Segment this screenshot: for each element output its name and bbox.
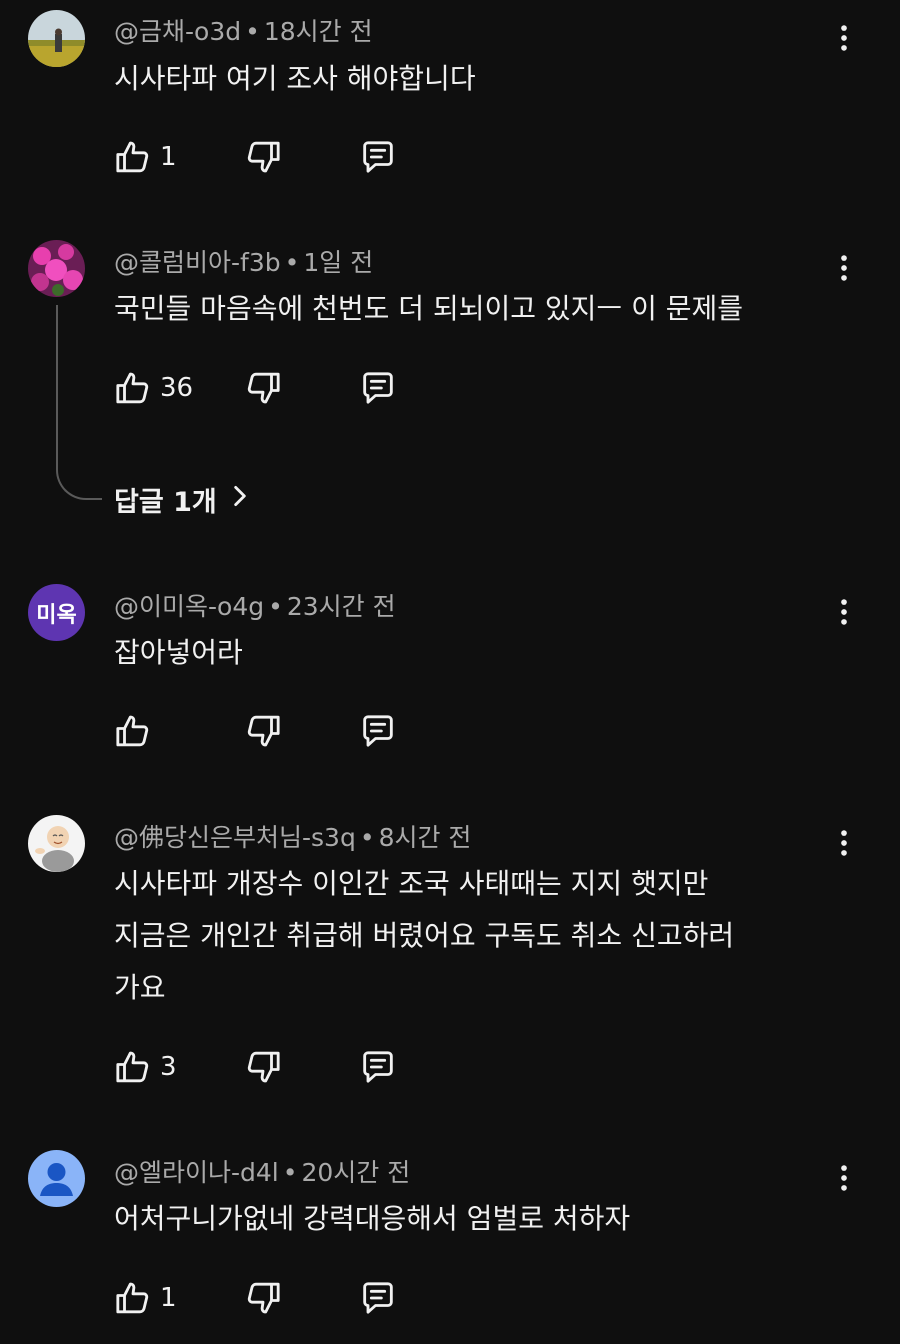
- timestamp[interactable]: 18시간 전: [264, 17, 373, 46]
- like-button[interactable]: 36: [112, 366, 193, 410]
- separator: •: [268, 592, 283, 621]
- comment-meta: @엘라이나-d4l • 20시간 전: [114, 1153, 410, 1189]
- more-vert-icon[interactable]: [826, 18, 862, 58]
- like-count: 1: [160, 1283, 177, 1313]
- timestamp[interactable]: 23시간 전: [287, 592, 396, 621]
- thumbs-up-icon: [112, 368, 152, 408]
- separator: •: [245, 17, 260, 46]
- like-button[interactable]: 1: [112, 135, 177, 179]
- comment-text: 국민들 마음속에 천번도 더 되뇌이고 있지ㅡ 이 문제를: [114, 283, 814, 335]
- comment-meta: @佛당신은부처님-s3q • 8시간 전: [114, 818, 471, 854]
- like-button[interactable]: 3: [112, 1045, 177, 1089]
- dislike-button[interactable]: [244, 1276, 284, 1320]
- more-vert-icon[interactable]: [826, 592, 862, 632]
- reply-button[interactable]: [358, 366, 398, 410]
- reply-comment-icon: [358, 368, 398, 408]
- comment-line: 국민들 마음속에 천번도 더 되뇌이고 있지ㅡ 이 문제를: [114, 292, 744, 325]
- avatar-initials: 미옥: [36, 602, 77, 628]
- reply-button[interactable]: [358, 135, 398, 179]
- comment-actions: 1: [112, 135, 432, 179]
- comment-actions: 36: [112, 366, 432, 410]
- like-button[interactable]: 1: [112, 1276, 177, 1320]
- avatar[interactable]: [28, 1150, 85, 1207]
- author-name[interactable]: @佛당신은부처님-s3q: [114, 823, 356, 852]
- dislike-button[interactable]: [244, 135, 284, 179]
- more-vert-icon[interactable]: [826, 248, 862, 288]
- reply-comment-icon: [358, 711, 398, 751]
- comment-actions: 3: [112, 1045, 432, 1089]
- dislike-button[interactable]: [244, 1045, 284, 1089]
- replies-label: 답글 1개: [114, 486, 217, 518]
- like-count: 1: [160, 142, 177, 172]
- reply-comment-icon: [358, 137, 398, 177]
- comment-meta: @이미옥-o4g • 23시간 전: [114, 587, 396, 623]
- thumbs-down-icon: [244, 1278, 284, 1318]
- comment-text: 시사타파 여기 조사 해야합니다: [114, 53, 814, 105]
- comment-line: 시사타파 여기 조사 해야합니다: [114, 62, 476, 95]
- separator: •: [359, 823, 375, 852]
- reply-comment-icon: [358, 1278, 398, 1318]
- thumbs-down-icon: [244, 137, 284, 177]
- avatar[interactable]: [28, 240, 85, 297]
- avatar[interactable]: [28, 815, 85, 872]
- avatar[interactable]: [28, 10, 85, 67]
- thumbs-down-icon: [244, 711, 284, 751]
- reply-button[interactable]: [358, 709, 398, 753]
- comment-actions: 1: [112, 1276, 432, 1320]
- comment-meta: @콜럼비아-f3b • 1일 전: [114, 243, 373, 279]
- thread-connector: [56, 305, 102, 500]
- like-count: 36: [160, 373, 194, 403]
- separator: •: [284, 248, 300, 277]
- separator: •: [282, 1158, 298, 1187]
- view-replies-button[interactable]: 답글 1개: [114, 476, 253, 522]
- comment-text: 시사타파 개장수 이인간 조국 사태때는 지지 햇지만 지금은 개인간 취급해 …: [114, 858, 814, 1014]
- like-count: 3: [160, 1052, 177, 1082]
- thumbs-up-icon: [112, 137, 152, 177]
- more-vert-icon[interactable]: [826, 823, 862, 863]
- author-name[interactable]: @금채-o3d: [114, 17, 241, 46]
- comment-line: 잡아넣어라: [114, 636, 243, 669]
- avatar[interactable]: 미옥: [28, 584, 85, 641]
- comment-line: 어처구니가없네 강력대응해서 엄벌로 처하자: [114, 1202, 631, 1235]
- dislike-button[interactable]: [244, 709, 284, 753]
- comment-line: 가요: [114, 971, 166, 1004]
- thumbs-up-icon: [112, 1047, 152, 1087]
- comment-line: 지금은 개인간 취급해 버렸어요 구독도 취소 신고하러: [114, 919, 735, 952]
- timestamp[interactable]: 8시간 전: [379, 823, 472, 852]
- timestamp[interactable]: 1일 전: [303, 248, 373, 277]
- chevron-right-icon: [217, 483, 253, 516]
- thumbs-down-icon: [244, 1047, 284, 1087]
- reply-comment-icon: [358, 1047, 398, 1087]
- reply-button[interactable]: [358, 1045, 398, 1089]
- comment-text: 어처구니가없네 강력대응해서 엄벌로 처하자: [114, 1193, 814, 1245]
- thumbs-down-icon: [244, 368, 284, 408]
- like-button[interactable]: [112, 709, 152, 753]
- more-vert-icon[interactable]: [826, 1158, 862, 1198]
- comment-meta: @금채-o3d • 18시간 전: [114, 12, 373, 48]
- author-name[interactable]: @엘라이나-d4l: [114, 1158, 279, 1187]
- comment-actions: [112, 709, 432, 753]
- author-name[interactable]: @콜럼비아-f3b: [114, 248, 281, 277]
- reply-button[interactable]: [358, 1276, 398, 1320]
- thumbs-up-icon: [112, 1278, 152, 1318]
- thumbs-up-icon: [112, 711, 152, 751]
- comment-text: 잡아넣어라: [114, 627, 814, 679]
- timestamp[interactable]: 20시간 전: [302, 1158, 411, 1187]
- dislike-button[interactable]: [244, 366, 284, 410]
- author-name[interactable]: @이미옥-o4g: [114, 592, 264, 621]
- comment-line: 시사타파 개장수 이인간 조국 사태때는 지지 햇지만: [114, 867, 709, 900]
